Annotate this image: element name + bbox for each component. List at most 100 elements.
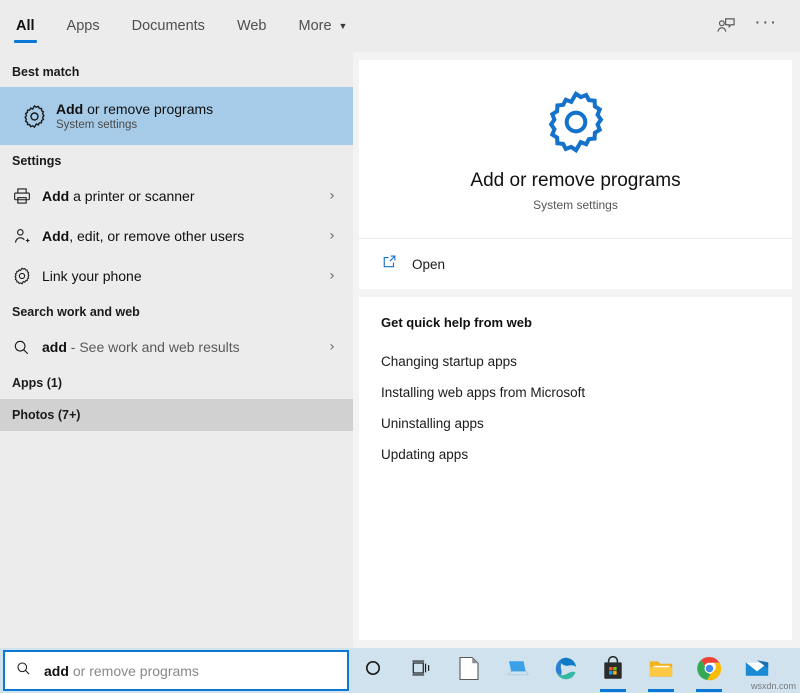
tab-list: All Apps Documents Web More ▼ bbox=[0, 0, 363, 52]
windows-search-screen: All Apps Documents Web More ▼ bbox=[0, 0, 800, 693]
best-match-heading: Best match bbox=[0, 56, 353, 87]
result-title: add - See work and web results bbox=[42, 339, 321, 355]
help-link-updating-apps[interactable]: Updating apps bbox=[381, 439, 792, 470]
preview-pane: Add or remove programs System settings O… bbox=[353, 52, 800, 648]
result-text-block: Link your phone bbox=[42, 268, 321, 284]
result-title-match: add bbox=[42, 339, 67, 355]
store-bag-icon bbox=[601, 656, 625, 686]
document-icon bbox=[458, 656, 480, 686]
ellipsis-glyph: ··· bbox=[754, 12, 777, 34]
edge-button[interactable] bbox=[541, 648, 589, 693]
taskbar-search-input[interactable]: add or remove programs bbox=[3, 650, 349, 691]
result-add-a-printer-or-scanner[interactable]: Add a printer or scanner › bbox=[0, 176, 353, 216]
tab-more[interactable]: More ▼ bbox=[283, 0, 364, 52]
result-text-block: add - See work and web results bbox=[42, 339, 321, 355]
taskbar-buttons bbox=[349, 648, 800, 693]
folder-icon bbox=[648, 657, 674, 684]
tab-more-label: More bbox=[299, 18, 332, 34]
chevron-down-icon: ▼ bbox=[339, 22, 348, 31]
settings-heading: Settings bbox=[0, 145, 353, 176]
result-title: Add, edit, or remove other users bbox=[42, 228, 321, 244]
preview-subtitle: System settings bbox=[379, 198, 772, 212]
chrome-icon bbox=[697, 656, 722, 686]
result-title: Add or remove programs bbox=[56, 101, 343, 117]
result-text-block: Add a printer or scanner bbox=[42, 188, 321, 204]
quick-help-card: Get quick help from web Changing startup… bbox=[359, 297, 792, 640]
search-icon bbox=[12, 335, 42, 359]
cortana-button[interactable] bbox=[349, 648, 397, 693]
result-group-apps-label: Apps (1) bbox=[12, 376, 62, 390]
result-link-your-phone[interactable]: Link your phone › bbox=[0, 256, 353, 296]
printer-icon bbox=[12, 184, 42, 208]
microsoft-store-button[interactable] bbox=[589, 648, 637, 693]
libreoffice-button[interactable] bbox=[445, 648, 493, 693]
search-query-text: add bbox=[44, 663, 69, 679]
tab-web-label: Web bbox=[237, 18, 267, 34]
search-work-and-web-heading: Search work and web bbox=[0, 296, 353, 327]
tab-documents[interactable]: Documents bbox=[116, 0, 221, 52]
tab-web[interactable]: Web bbox=[221, 0, 283, 52]
result-title: Link your phone bbox=[42, 268, 321, 284]
result-text-block: Add, edit, or remove other users bbox=[42, 228, 321, 244]
task-view-button[interactable] bbox=[397, 648, 445, 693]
open-action-button[interactable]: Open bbox=[381, 251, 792, 277]
watermark: wsxdn.com bbox=[751, 681, 796, 691]
taskbar: add or remove programs bbox=[0, 648, 800, 693]
search-flyout: All Apps Documents Web More ▼ bbox=[0, 0, 800, 648]
search-icon bbox=[15, 660, 32, 682]
result-title-match: Add bbox=[42, 228, 69, 244]
result-title-rest: a printer or scanner bbox=[69, 188, 194, 204]
tab-apps[interactable]: Apps bbox=[51, 0, 116, 52]
help-link-installing-web-apps[interactable]: Installing web apps from Microsoft bbox=[381, 377, 792, 408]
tab-documents-label: Documents bbox=[132, 18, 205, 34]
person-add-icon bbox=[12, 224, 42, 248]
ellipsis-icon[interactable]: ··· bbox=[746, 6, 786, 46]
mail-envelope-icon bbox=[744, 657, 770, 684]
result-title-rest: , edit, or remove other users bbox=[69, 228, 244, 244]
preview-actions: Open bbox=[359, 239, 792, 289]
result-group-photos[interactable]: Photos (7+) bbox=[0, 399, 353, 431]
gear-icon bbox=[12, 264, 42, 288]
result-title-match: Add bbox=[42, 188, 69, 204]
remote-desktop-button[interactable] bbox=[493, 648, 541, 693]
result-group-apps[interactable]: Apps (1) bbox=[0, 367, 353, 399]
file-explorer-button[interactable] bbox=[637, 648, 685, 693]
open-action-label: Open bbox=[412, 257, 445, 272]
chevron-right-icon[interactable]: › bbox=[321, 268, 343, 284]
open-external-icon bbox=[381, 253, 398, 275]
help-link-changing-startup-apps[interactable]: Changing startup apps bbox=[381, 346, 792, 377]
feedback-person-icon[interactable] bbox=[706, 6, 746, 46]
tab-all-label: All bbox=[16, 18, 35, 34]
search-tabbar: All Apps Documents Web More ▼ bbox=[0, 0, 800, 52]
gear-icon bbox=[540, 86, 612, 158]
chevron-right-icon[interactable]: › bbox=[321, 228, 343, 244]
edge-icon bbox=[553, 656, 578, 686]
result-title-match: Add bbox=[56, 101, 83, 117]
result-text-block: Add or remove programs System settings bbox=[56, 101, 343, 131]
tab-apps-label: Apps bbox=[67, 18, 100, 34]
result-group-photos-label: Photos (7+) bbox=[12, 408, 80, 422]
results-pane: Best match Add or remove programs System… bbox=[0, 52, 353, 648]
tab-all[interactable]: All bbox=[0, 0, 51, 52]
cortana-circle-icon bbox=[363, 658, 383, 683]
laptop-icon bbox=[504, 658, 530, 683]
result-title-rest: - See work and web results bbox=[67, 339, 240, 355]
result-see-work-and-web-results[interactable]: add - See work and web results › bbox=[0, 327, 353, 367]
help-link-uninstalling-apps[interactable]: Uninstalling apps bbox=[381, 408, 792, 439]
quick-help-title: Get quick help from web bbox=[381, 315, 792, 330]
result-title-rest: or remove programs bbox=[83, 101, 213, 117]
chevron-right-icon[interactable]: › bbox=[321, 188, 343, 204]
result-title: Add a printer or scanner bbox=[42, 188, 321, 204]
chevron-right-icon[interactable]: › bbox=[321, 339, 343, 355]
task-view-icon bbox=[410, 658, 432, 683]
flyout-body: Best match Add or remove programs System… bbox=[0, 52, 800, 648]
preview-hero: Add or remove programs System settings bbox=[359, 60, 792, 239]
result-title-rest: Link your phone bbox=[42, 268, 142, 284]
result-subtitle: System settings bbox=[56, 119, 343, 131]
result-best-match-add-or-remove-programs[interactable]: Add or remove programs System settings bbox=[0, 87, 353, 145]
gear-icon bbox=[12, 104, 56, 128]
result-add-edit-or-remove-other-users[interactable]: Add, edit, or remove other users › bbox=[0, 216, 353, 256]
chrome-button[interactable] bbox=[685, 648, 733, 693]
search-suggestion-text: or remove programs bbox=[73, 663, 199, 679]
preview-title: Add or remove programs bbox=[379, 170, 772, 192]
